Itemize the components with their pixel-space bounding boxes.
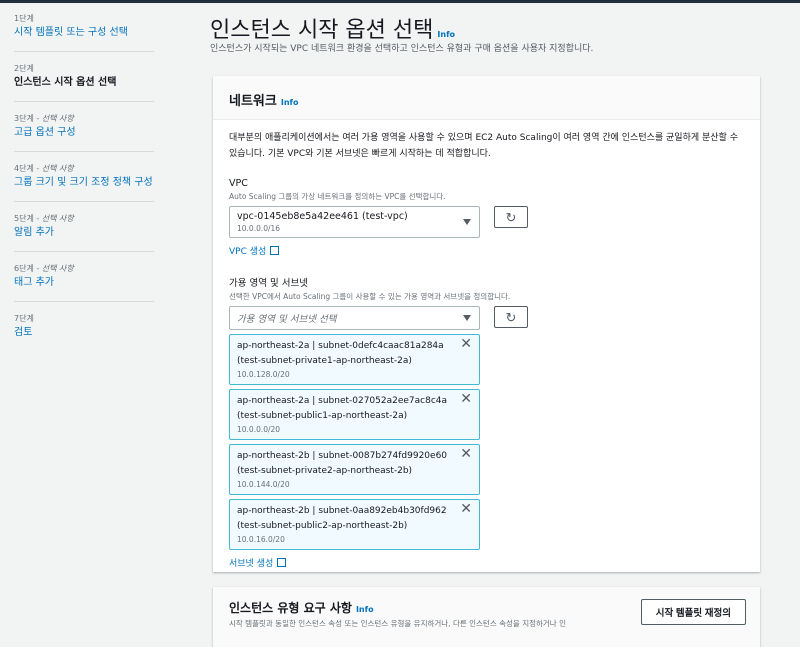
remove-subnet-icon[interactable]: ✕ xyxy=(460,447,472,462)
network-info-link[interactable]: Info xyxy=(281,98,299,107)
step-title[interactable]: 그룹 크기 및 크기 조정 정책 구성 xyxy=(14,175,154,191)
optional-label: - 선택 사항 xyxy=(33,264,74,273)
vpc-hint: Auto Scaling 그룹의 가상 네트워크를 정의하는 VPC를 선택합니… xyxy=(229,192,446,201)
subnet-cidr: 10.0.128.0/20 xyxy=(237,370,290,379)
az-hint: 선택한 VPC에서 Auto Scaling 그룹이 사용할 수 있는 가용 영… xyxy=(229,292,511,301)
subnet-name: (test-subnet-private2-ap-northeast-2b) xyxy=(237,466,413,476)
wizard-step-4: 4단계 - 선택 사항그룹 크기 및 크기 조정 정책 구성 xyxy=(14,160,154,202)
subnet-id: ap-northeast-2b | subnet-0087b274fd9920e… xyxy=(237,451,448,461)
selected-subnet-token: ap-northeast-2a | subnet-0defc4caac81a28… xyxy=(229,334,480,385)
network-panel: 네트워크 Info 대부분의 애플리케이션에서는 여러 가용 영역을 사용할 수 … xyxy=(213,76,760,572)
wizard-step-2: 2단계인스턴스 시작 옵션 선택 xyxy=(14,60,154,102)
remove-subnet-icon[interactable]: ✕ xyxy=(460,337,472,352)
create-vpc-link[interactable]: VPC 생성 xyxy=(229,244,744,257)
step-number: 2단계 xyxy=(14,64,34,73)
subnet-id: ap-northeast-2b | subnet-0aa892eb4b30fd9… xyxy=(237,506,447,516)
step-number: 7단계 xyxy=(14,314,34,323)
info-link[interactable]: Info xyxy=(437,30,455,39)
wizard-step-6: 6단계 - 선택 사항태그 추가 xyxy=(14,260,154,302)
optional-label: - 선택 사항 xyxy=(33,164,74,173)
instance-requirements-panel: 인스턴스 유형 요구 사항 Info 시작 템플릿과 동일한 인스턴스 속성 또는… xyxy=(213,587,760,647)
subnet-name: (test-subnet-public1-ap-northeast-2a) xyxy=(237,411,408,421)
external-link-icon xyxy=(277,558,287,567)
az-placeholder: 가용 영역 및 서브넷 선택 xyxy=(237,314,337,325)
wizard-step-3: 3단계 - 선택 사항고급 옵션 구성 xyxy=(14,110,154,152)
selected-subnet-token: ap-northeast-2b | subnet-0087b274fd9920e… xyxy=(229,444,480,495)
optional-label: - 선택 사항 xyxy=(33,214,74,223)
wizard-steps: 1단계시작 템플릿 또는 구성 선택 2단계인스턴스 시작 옵션 선택 3단계 - … xyxy=(14,10,154,359)
subnet-cidr: 10.0.16.0/20 xyxy=(237,535,285,544)
step-number: 6단계 - 선택 사항 xyxy=(14,264,74,273)
step-number: 4단계 - 선택 사항 xyxy=(14,164,74,173)
subnet-id: ap-northeast-2a | subnet-0defc4caac81a28… xyxy=(237,341,444,351)
page-title: 인스턴스 시작 옵션 선택 Info xyxy=(210,18,456,43)
step-title: 인스턴스 시작 옵션 선택 xyxy=(14,77,117,88)
az-subnet-select[interactable]: 가용 영역 및 서브넷 선택 xyxy=(229,306,480,330)
optional-label: - 선택 사항 xyxy=(33,114,74,123)
subnet-name: (test-subnet-private1-ap-northeast-2a) xyxy=(237,356,412,366)
vpc-value: vpc-0145eb8e5a42ee461 (test-vpc) xyxy=(237,211,408,222)
subnet-cidr: 10.0.0.0/20 xyxy=(237,425,281,434)
wizard-step-1: 1단계시작 템플릿 또는 구성 선택 xyxy=(14,10,154,52)
step-title[interactable]: 알림 추가 xyxy=(14,225,154,241)
step-number: 3단계 - 선택 사항 xyxy=(14,114,74,123)
step-number: 1단계 xyxy=(14,14,34,23)
wizard-step-5: 5단계 - 선택 사항알림 추가 xyxy=(14,210,154,252)
vpc-label: VPC xyxy=(229,178,248,189)
refresh-subnet-button[interactable]: ↻ xyxy=(494,306,528,328)
selected-subnet-token: ap-northeast-2b | subnet-0aa892eb4b30fd9… xyxy=(229,499,480,550)
network-header: 네트워크 Info xyxy=(213,76,760,120)
step-title[interactable]: 시작 템플릿 또는 구성 선택 xyxy=(14,25,154,41)
refresh-icon: ↻ xyxy=(505,309,517,325)
top-bar xyxy=(0,0,800,3)
vpc-select[interactable]: vpc-0145eb8e5a42ee461 (test-vpc) 10.0.0.… xyxy=(229,206,480,238)
instance-requirements-desc: 시작 템플릿과 동일한 인스턴스 속성 또는 인스턴스 유형을 유지하거나, 다… xyxy=(229,619,566,628)
wizard-step-7: 7단계검토 xyxy=(14,310,154,351)
refresh-icon: ↻ xyxy=(505,209,517,225)
override-template-button[interactable]: 시작 템플릿 재정의 xyxy=(640,599,746,625)
caret-down-icon xyxy=(463,219,471,225)
refresh-vpc-button[interactable]: ↻ xyxy=(494,206,528,228)
step-title[interactable]: 검토 xyxy=(14,325,154,341)
subnet-id: ap-northeast-2a | subnet-027052a2ee7ac8c… xyxy=(237,396,448,406)
remove-subnet-icon[interactable]: ✕ xyxy=(460,502,472,517)
page-description: 인스턴스가 시작되는 VPC 네트워크 환경을 선택하고 인스턴스 유형과 구매… xyxy=(210,44,594,54)
subnet-cidr: 10.0.144.0/20 xyxy=(237,480,290,489)
instance-req-info-link[interactable]: Info xyxy=(356,605,374,614)
instance-requirements-title: 인스턴스 유형 요구 사항 Info xyxy=(229,601,374,615)
create-subnet-link[interactable]: 서브넷 생성 xyxy=(229,556,744,569)
az-label: 가용 영역 및 서브넷 xyxy=(229,278,308,289)
selected-subnet-token: ap-northeast-2a | subnet-027052a2ee7ac8c… xyxy=(229,389,480,440)
subnet-name: (test-subnet-public2-ap-northeast-2b) xyxy=(237,521,408,531)
step-title[interactable]: 고급 옵션 구성 xyxy=(14,125,154,141)
external-link-icon xyxy=(270,246,280,255)
caret-down-icon xyxy=(463,315,471,321)
network-description: 대부분의 애플리케이션에서는 여러 가용 영역을 사용할 수 있으며 EC2 A… xyxy=(229,133,738,159)
step-number: 5단계 - 선택 사항 xyxy=(14,214,74,223)
vpc-cidr: 10.0.0.0/16 xyxy=(237,224,281,233)
remove-subnet-icon[interactable]: ✕ xyxy=(460,392,472,407)
step-title[interactable]: 태그 추가 xyxy=(14,275,154,291)
